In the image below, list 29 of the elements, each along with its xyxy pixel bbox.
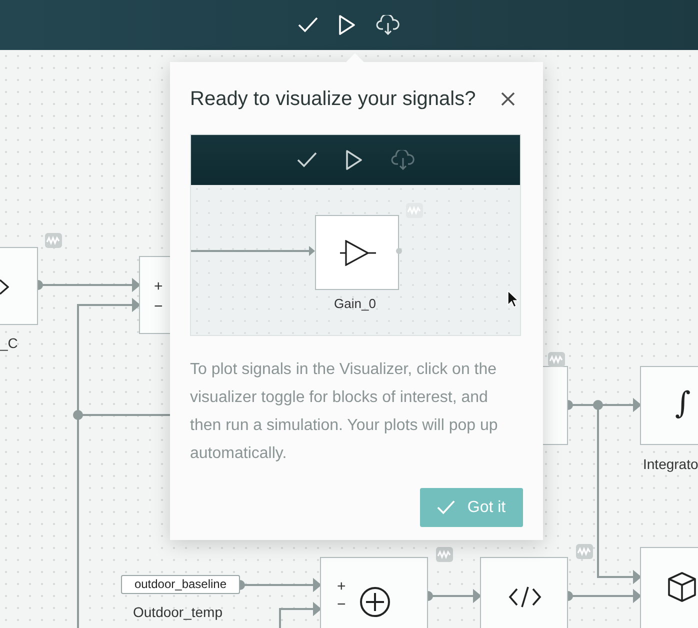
integral-symbol: ∫ xyxy=(675,389,691,419)
wave-toggle-icon[interactable] xyxy=(45,233,62,248)
popover-title: Ready to visualize your signals? xyxy=(190,87,476,112)
block-label: Outdoor_temp xyxy=(133,603,222,622)
close-icon[interactable] xyxy=(501,92,515,106)
wave-toggle-icon[interactable] xyxy=(436,547,453,562)
wave-toggle-icon[interactable] xyxy=(548,352,565,367)
popover-description: To plot signals in the Visualizer, click on the visualizer toggle for blocks of interest, and then run a simulation. Your plots will pop up automatically. xyxy=(190,360,499,464)
wave-toggle-icon[interactable] xyxy=(576,544,593,559)
check-icon xyxy=(437,500,456,515)
cursor-icon xyxy=(507,290,519,308)
chevron-icon xyxy=(0,279,9,295)
play-icon[interactable] xyxy=(344,150,362,170)
triangle-icon xyxy=(340,240,376,266)
circled-plus-icon xyxy=(359,586,391,618)
port-sign: − xyxy=(154,297,163,317)
block-label: Gain_0 xyxy=(334,295,376,313)
port-dot-icon xyxy=(396,247,402,255)
diagram-block[interactable]: ∫ xyxy=(640,366,698,445)
code-icon xyxy=(508,585,542,609)
cube-icon xyxy=(666,571,698,603)
port-sign: − xyxy=(337,596,346,614)
block-label: Integrato xyxy=(643,455,698,474)
block-label: _C xyxy=(0,334,18,353)
port-sign: + xyxy=(154,277,163,297)
wave-toggle-icon[interactable] xyxy=(406,203,423,218)
port-sign: + xyxy=(337,578,346,596)
check-icon[interactable] xyxy=(296,152,316,168)
gain-block[interactable] xyxy=(315,215,399,290)
